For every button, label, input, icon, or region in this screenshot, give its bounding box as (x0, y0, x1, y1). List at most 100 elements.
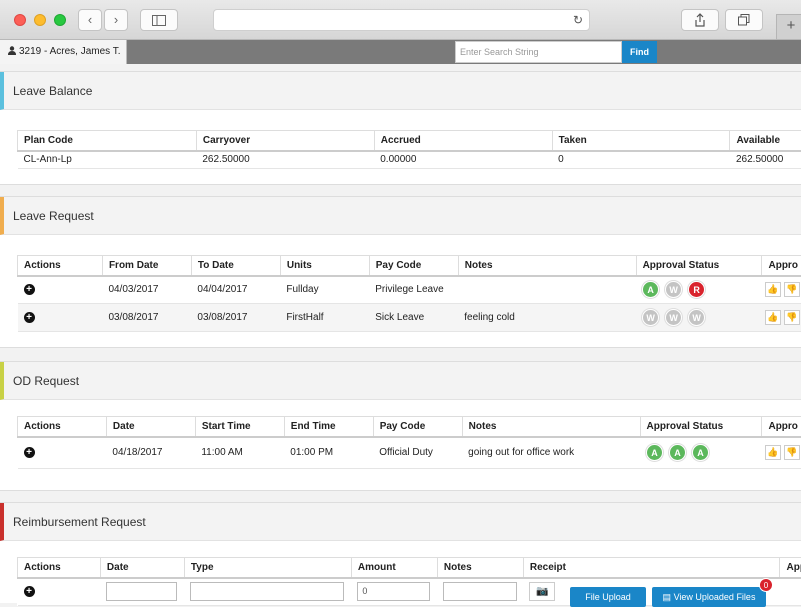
sidebar-toggle-button[interactable] (140, 9, 178, 31)
column-header: Actions (18, 558, 101, 578)
approve-button[interactable]: 👍 (765, 445, 781, 460)
status-badge: W (688, 309, 705, 326)
thumbs-up-icon: 👍 (767, 447, 778, 457)
column-header: From Date (102, 256, 191, 276)
column-header: Receipt (523, 558, 780, 578)
thumbs-down-icon: 👎 (786, 447, 797, 457)
minimize-window-button[interactable] (34, 14, 46, 26)
chevron-right-icon: › (114, 12, 118, 27)
expand-row-button[interactable]: + (24, 284, 35, 295)
column-header: Appro (762, 256, 801, 276)
leave-request-panel: Leave Request Actions From Date To Date … (0, 196, 801, 348)
column-header: Type (184, 558, 351, 578)
from-date-cell: 03/08/2017 (102, 304, 191, 332)
amount-field[interactable]: 0 (357, 582, 430, 601)
status-badge: W (642, 309, 659, 326)
tabs-overview-button[interactable] (725, 9, 763, 31)
column-header: Notes (437, 558, 523, 578)
reimbursement-panel: Reimbursement Request Actions Date Type … (0, 502, 801, 603)
view-uploaded-files-button[interactable]: ▤ View Uploaded Files (652, 587, 766, 607)
column-header: Start Time (195, 417, 284, 437)
reload-icon[interactable]: ↻ (573, 13, 583, 27)
od-request-table: Actions Date Start Time End Time Pay Cod… (17, 416, 801, 469)
approve-button[interactable]: 👍 (765, 310, 781, 325)
table-row: + 03/08/2017 03/08/2017 FirstHalf Sick L… (18, 304, 801, 332)
zoom-window-button[interactable] (54, 14, 66, 26)
expand-row-button[interactable]: + (24, 312, 35, 323)
column-header: Available (730, 131, 801, 151)
file-upload-button[interactable]: File Upload (570, 587, 646, 607)
reject-button[interactable]: 👎 (784, 445, 800, 460)
od-request-title: OD Request (0, 362, 801, 400)
column-header: Pay Code (369, 256, 458, 276)
end-time-cell: 01:00 PM (284, 437, 373, 469)
reimbursement-title: Reimbursement Request (0, 503, 801, 541)
close-window-button[interactable] (14, 14, 26, 26)
status-badge: W (665, 281, 682, 298)
camera-button[interactable]: 📷 (529, 582, 555, 601)
column-header: Plan Code (18, 131, 197, 151)
pay-code-cell: Official Duty (373, 437, 462, 469)
table-row: + 04/18/2017 11:00 AM 01:00 PM Official … (18, 437, 801, 469)
column-header: Notes (462, 417, 640, 437)
status-badge: W (665, 309, 682, 326)
column-header: To Date (191, 256, 280, 276)
new-tab-button[interactable]: + (776, 14, 801, 40)
pay-code-cell: Privilege Leave (369, 276, 458, 304)
find-button[interactable]: Find (622, 41, 657, 63)
search-input[interactable] (455, 41, 622, 63)
column-header: Carryover (196, 131, 374, 151)
accrued-cell: 0.00000 (374, 151, 552, 169)
notes-field[interactable] (443, 582, 517, 601)
status-badge: A (646, 444, 663, 461)
tabs-icon (738, 14, 750, 26)
column-header: Notes (458, 256, 636, 276)
user-menu[interactable]: 3219 - Acres, James T. (0, 40, 127, 64)
browser-toolbar: ‹ › ↻ + (0, 0, 801, 40)
expand-row-button[interactable]: + (24, 447, 35, 458)
column-header: Date (106, 417, 195, 437)
user-label: 3219 - Acres, James T. (19, 46, 121, 57)
status-badge: A (669, 444, 686, 461)
reject-button[interactable]: 👎 (784, 310, 800, 325)
units-cell: FirstHalf (280, 304, 369, 332)
pay-code-cell: Sick Leave (369, 304, 458, 332)
column-header: Date (100, 558, 184, 578)
thumbs-down-icon: 👎 (786, 284, 797, 294)
address-bar[interactable]: ↻ (213, 9, 590, 31)
leave-balance-title: Leave Balance (0, 72, 801, 110)
column-header: Amount (351, 558, 437, 578)
approval-status-cell: AAA (640, 437, 762, 469)
approve-button[interactable]: 👍 (765, 282, 781, 297)
share-icon (694, 13, 706, 27)
forward-button[interactable]: › (104, 9, 128, 31)
leave-request-table: Actions From Date To Date Units Pay Code… (17, 255, 801, 332)
column-header: Appro (762, 417, 801, 437)
sidebar-icon (152, 15, 166, 26)
column-header: End Time (284, 417, 373, 437)
notes-cell: going out for office work (462, 437, 640, 469)
add-row-button[interactable]: + (24, 586, 35, 597)
type-field[interactable] (190, 582, 344, 601)
column-header: Actions (18, 417, 107, 437)
units-cell: Fullday (280, 276, 369, 304)
od-request-panel: OD Request Actions Date Start Time End T… (0, 361, 801, 491)
user-icon (8, 46, 16, 55)
reject-button[interactable]: 👎 (784, 282, 800, 297)
camera-icon: 📷 (536, 586, 548, 597)
share-button[interactable] (681, 9, 719, 31)
start-time-cell: 11:00 AM (195, 437, 284, 469)
plan-code-cell: CL-Ann-Lp (18, 151, 197, 169)
chevron-left-icon: ‹ (88, 12, 92, 27)
carryover-cell: 262.50000 (196, 151, 374, 169)
from-date-cell: 04/03/2017 (102, 276, 191, 304)
thumbs-down-icon: 👎 (786, 312, 797, 322)
date-field[interactable] (106, 582, 177, 601)
status-badge: A (642, 281, 659, 298)
thumbs-up-icon: 👍 (767, 312, 778, 322)
back-button[interactable]: ‹ (78, 9, 102, 31)
column-header: Units (280, 256, 369, 276)
column-header: Approval Status (640, 417, 762, 437)
leave-balance-table: Plan Code Carryover Accrued Taken Availa… (17, 130, 801, 169)
taken-cell: 0 (552, 151, 730, 169)
